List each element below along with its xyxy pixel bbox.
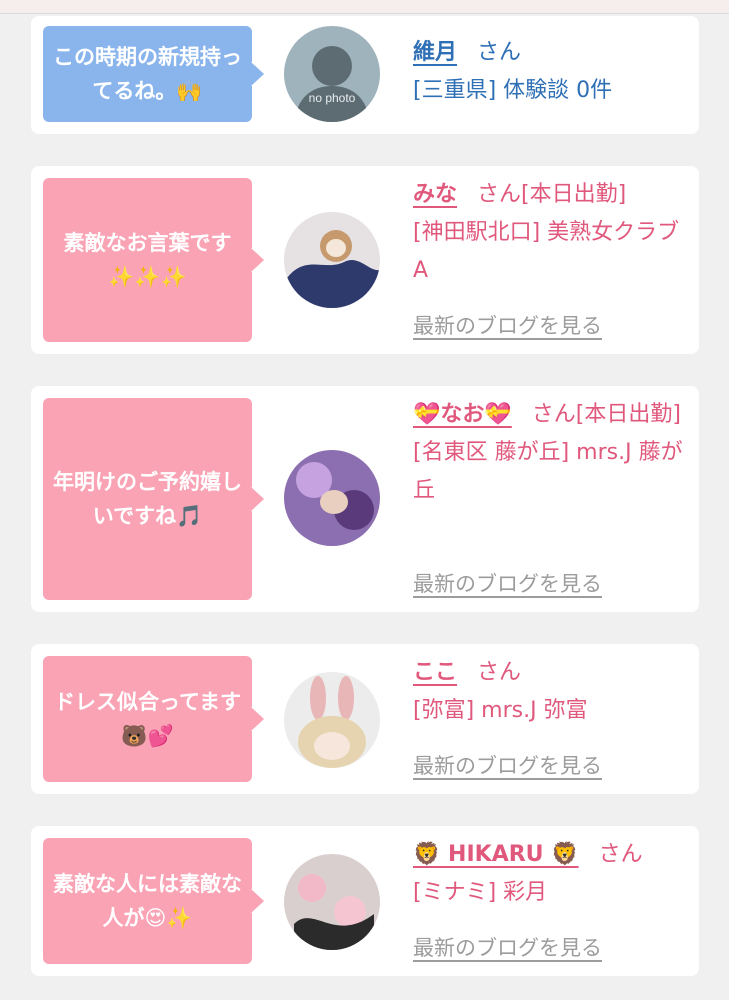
reviewer-avatar[interactable] xyxy=(284,212,380,308)
reviewer-detail: [神田駅北口] 美熟女クラブA xyxy=(413,220,680,283)
comment-text: 素敵な人には素敵な人が😍✨ xyxy=(53,872,242,930)
reviewer-suffix: さん[本日出勤] xyxy=(531,402,681,427)
latest-blog-link[interactable]: 最新のブログを見る xyxy=(413,568,602,598)
no-photo-avatar[interactable]: no photo xyxy=(284,26,380,122)
review-card: 年明けのご予約嬉しいですね🎵 💝なお💝 さん[本日出勤] [名東区 藤が丘] mr… xyxy=(31,386,699,612)
photo-placeholder-icon xyxy=(284,854,380,950)
top-divider xyxy=(0,0,729,14)
reviewer-info: 🦁 HIKARU 🦁 さん [ミナミ] 彩月 xyxy=(413,836,693,912)
reviewer-name-link[interactable]: 維月 xyxy=(413,40,457,65)
review-card: 素敵な人には素敵な人が😍✨ 🦁 HIKARU 🦁 さん [ミナミ] 彩月 最新のブ… xyxy=(31,826,699,976)
comment-bubble: この時期の新規持ってるね。🙌 xyxy=(43,26,264,122)
reviewer-suffix: さん xyxy=(598,842,643,867)
comment-text: 素敵なお言葉です✨✨✨ xyxy=(63,231,232,289)
reviewer-info: ここ さん [弥富] mrs.J 弥富 xyxy=(413,654,693,730)
reviewer-name-link[interactable]: ここ xyxy=(413,660,457,685)
reviewer-detail: [弥富] mrs.J 弥富 xyxy=(413,698,588,723)
review-card: 素敵なお言葉です✨✨✨ みな さん[本日出勤] [神田駅北口] 美熟女クラブA 最… xyxy=(31,166,699,354)
reviewer-suffix: さん[本日出勤] xyxy=(477,182,627,207)
reviewer-detail: [三重県] 体験談 0件 xyxy=(413,78,613,103)
comment-bubble: 素敵なお言葉です✨✨✨ xyxy=(43,178,264,342)
photo-placeholder-icon xyxy=(284,212,380,308)
comment-text: 年明けのご予約嬉しいですね🎵 xyxy=(53,470,242,528)
reviewer-suffix: さん xyxy=(477,660,522,685)
reviewer-info: 💝なお💝 さん[本日出勤] [名東区 藤が丘] mrs.J 藤が丘 xyxy=(413,396,693,510)
photo-placeholder-icon xyxy=(284,672,380,768)
comment-text: この時期の新規持ってるね。🙌 xyxy=(53,45,242,103)
reviewer-avatar[interactable] xyxy=(284,672,380,768)
comment-text: ドレス似合ってます🐻💕 xyxy=(54,690,241,748)
reviewer-detail: [ミナミ] 彩月 xyxy=(413,880,548,905)
reviewer-suffix: さん xyxy=(477,40,522,65)
reviewer-name-link[interactable]: みな xyxy=(413,182,457,207)
reviewer-info: みな さん[本日出勤] [神田駅北口] 美熟女クラブA xyxy=(413,176,693,290)
comment-bubble: 年明けのご予約嬉しいですね🎵 xyxy=(43,398,264,600)
reviewer-info: 維月 さん [三重県] 体験談 0件 xyxy=(413,34,693,110)
latest-blog-link[interactable]: 最新のブログを見る xyxy=(413,310,602,340)
reviewer-name-link[interactable]: 🦁 HIKARU 🦁 xyxy=(413,842,579,867)
reviewer-avatar[interactable] xyxy=(284,450,380,546)
latest-blog-link[interactable]: 最新のブログを見る xyxy=(413,750,602,780)
latest-blog-link[interactable]: 最新のブログを見る xyxy=(413,932,602,962)
comment-bubble: 素敵な人には素敵な人が😍✨ xyxy=(43,838,264,964)
no-photo-label: no photo xyxy=(309,91,356,105)
reviewer-name-link[interactable]: 💝なお💝 xyxy=(413,402,512,427)
review-card: ドレス似合ってます🐻💕 ここ さん [弥富] mrs.J 弥富 最新のブログを見る xyxy=(31,644,699,794)
reviewer-avatar[interactable] xyxy=(284,854,380,950)
silhouette-icon: no photo xyxy=(284,26,380,122)
reviewer-detail: [名東区 藤が丘] mrs.J 藤が丘 xyxy=(413,440,683,503)
photo-placeholder-icon xyxy=(284,450,380,546)
comment-bubble: ドレス似合ってます🐻💕 xyxy=(43,656,264,782)
review-card: この時期の新規持ってるね。🙌 no photo 維月 さん [三重県] 体験談 0… xyxy=(31,16,699,134)
